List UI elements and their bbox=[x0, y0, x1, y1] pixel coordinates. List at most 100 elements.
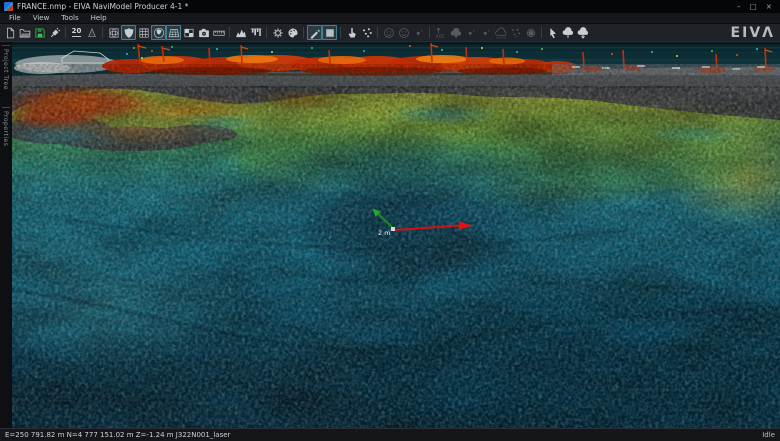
toolbar: 20 EIVΛ bbox=[0, 24, 780, 41]
profile-view-icon bbox=[235, 27, 247, 39]
point-tool-c-button[interactable] bbox=[478, 25, 493, 40]
app-state-label: Idle bbox=[762, 431, 775, 439]
reject-points-icon bbox=[398, 27, 410, 39]
point-tool-a-button[interactable] bbox=[411, 25, 426, 40]
north-marker-button[interactable] bbox=[84, 25, 99, 40]
project-tree-tab[interactable]: Project Tree bbox=[2, 45, 10, 93]
application-window: FRANCE.nmp - EIVA NaviModel Producer 4-1… bbox=[0, 0, 780, 441]
properties-tab[interactable]: Properties bbox=[2, 106, 10, 149]
restore-button[interactable]: □ bbox=[750, 3, 757, 11]
menu-file[interactable]: File bbox=[3, 13, 27, 23]
process-cloud-button[interactable] bbox=[448, 25, 463, 40]
edit-surface-button[interactable] bbox=[307, 25, 322, 40]
export-xyz-button[interactable] bbox=[433, 25, 448, 40]
bathymetry-terrain bbox=[12, 64, 780, 428]
pick-tool-icon bbox=[346, 27, 358, 39]
pick-tool-button[interactable] bbox=[344, 25, 359, 40]
open-model-icon bbox=[19, 27, 31, 39]
view-3d-button[interactable] bbox=[106, 25, 121, 40]
process-cloud-icon bbox=[450, 27, 462, 39]
cloud-select-button[interactable] bbox=[493, 25, 508, 40]
histogram-view-button[interactable] bbox=[248, 25, 263, 40]
cloud-upload-icon bbox=[562, 27, 574, 39]
toolbar-separator bbox=[377, 27, 378, 38]
cloud-upload-button[interactable] bbox=[560, 25, 575, 40]
toolbar-separator bbox=[429, 27, 430, 38]
view-3d-icon bbox=[108, 27, 120, 39]
settings-icon bbox=[272, 27, 284, 39]
tin-toggle-button[interactable] bbox=[181, 25, 196, 40]
window-controls: – □ × bbox=[737, 3, 777, 11]
save-model-icon bbox=[34, 27, 46, 39]
smooth-shading-button[interactable] bbox=[121, 25, 136, 40]
pointer-tool-button[interactable] bbox=[545, 25, 560, 40]
measure-button[interactable] bbox=[211, 25, 226, 40]
window-title: FRANCE.nmp - EIVA NaviModel Producer 4-1… bbox=[17, 2, 189, 11]
grid-display-icon bbox=[138, 27, 150, 39]
accept-points-button[interactable] bbox=[381, 25, 396, 40]
surface-model-button[interactable] bbox=[166, 25, 181, 40]
minimize-button[interactable]: – bbox=[737, 3, 741, 11]
point-cluster-button[interactable] bbox=[508, 25, 523, 40]
cloud-select-icon bbox=[495, 27, 507, 39]
main-area: Project Tree Properties 2 m bbox=[0, 41, 780, 428]
axis-scale-label: 2 m bbox=[378, 229, 391, 237]
settings-button[interactable] bbox=[270, 25, 285, 40]
menu-view[interactable]: View bbox=[27, 13, 56, 23]
point-blob-icon bbox=[525, 27, 537, 39]
save-model-button[interactable] bbox=[32, 25, 47, 40]
cloud-download-icon bbox=[577, 27, 589, 39]
left-dock: Project Tree Properties bbox=[0, 42, 12, 428]
open-model-button[interactable] bbox=[17, 25, 32, 40]
snapshot-button[interactable] bbox=[196, 25, 211, 40]
reject-points-button[interactable] bbox=[396, 25, 411, 40]
histogram-view-icon bbox=[250, 27, 262, 39]
toolbar-separator bbox=[303, 27, 304, 38]
snapshot-icon bbox=[198, 27, 210, 39]
axis-origin bbox=[391, 227, 395, 231]
flat-shading-icon bbox=[324, 27, 336, 39]
flat-shading-button[interactable] bbox=[322, 25, 337, 40]
point-blob-button[interactable] bbox=[523, 25, 538, 40]
point-tool-a-icon bbox=[413, 27, 425, 39]
3d-viewport[interactable]: 2 m bbox=[12, 42, 780, 428]
menu-tools[interactable]: Tools bbox=[55, 13, 84, 23]
scale-2d-icon: 20 bbox=[71, 27, 82, 37]
new-model-button[interactable] bbox=[2, 25, 17, 40]
toolbar-separator bbox=[102, 27, 103, 38]
toolbar-separator bbox=[340, 27, 341, 38]
world-overview-icon bbox=[153, 27, 165, 39]
toolbar-separator bbox=[65, 27, 66, 38]
status-bar: E=250 791.82 m N=4 777 151.02 m Z=-1.24 … bbox=[0, 428, 780, 441]
menu-help[interactable]: Help bbox=[85, 13, 113, 23]
point-select-button[interactable] bbox=[359, 25, 374, 40]
measure-icon bbox=[213, 27, 225, 39]
point-cluster-icon bbox=[510, 27, 522, 39]
point-select-icon bbox=[361, 27, 373, 39]
world-overview-button[interactable] bbox=[151, 25, 166, 40]
point-tool-b-icon bbox=[465, 27, 477, 39]
viewport-container: 2 m bbox=[12, 42, 780, 428]
grid-display-button[interactable] bbox=[136, 25, 151, 40]
color-palette-button[interactable] bbox=[285, 25, 300, 40]
surface-model-icon bbox=[168, 27, 180, 39]
point-tool-c-icon bbox=[480, 27, 492, 39]
close-button[interactable]: × bbox=[766, 3, 772, 11]
point-tool-b-button[interactable] bbox=[463, 25, 478, 40]
cloud-download-button[interactable] bbox=[575, 25, 590, 40]
pointer-tool-icon bbox=[547, 27, 559, 39]
toolbar-separator bbox=[266, 27, 267, 38]
menu-bar: File View Tools Help bbox=[0, 13, 780, 24]
north-marker-icon bbox=[86, 27, 98, 39]
app-icon bbox=[4, 2, 13, 11]
new-model-icon bbox=[4, 27, 16, 39]
online-connect-icon bbox=[49, 27, 61, 39]
online-connect-button[interactable] bbox=[47, 25, 62, 40]
color-palette-icon bbox=[287, 27, 299, 39]
profile-view-button[interactable] bbox=[233, 25, 248, 40]
tin-toggle-icon bbox=[183, 27, 195, 39]
eiva-logo: EIVΛ bbox=[730, 24, 775, 41]
scale-2d-button[interactable]: 20 bbox=[69, 25, 84, 40]
title-bar: FRANCE.nmp - EIVA NaviModel Producer 4-1… bbox=[0, 0, 780, 13]
coordinate-readout: E=250 791.82 m N=4 777 151.02 m Z=-1.24 … bbox=[5, 431, 231, 439]
